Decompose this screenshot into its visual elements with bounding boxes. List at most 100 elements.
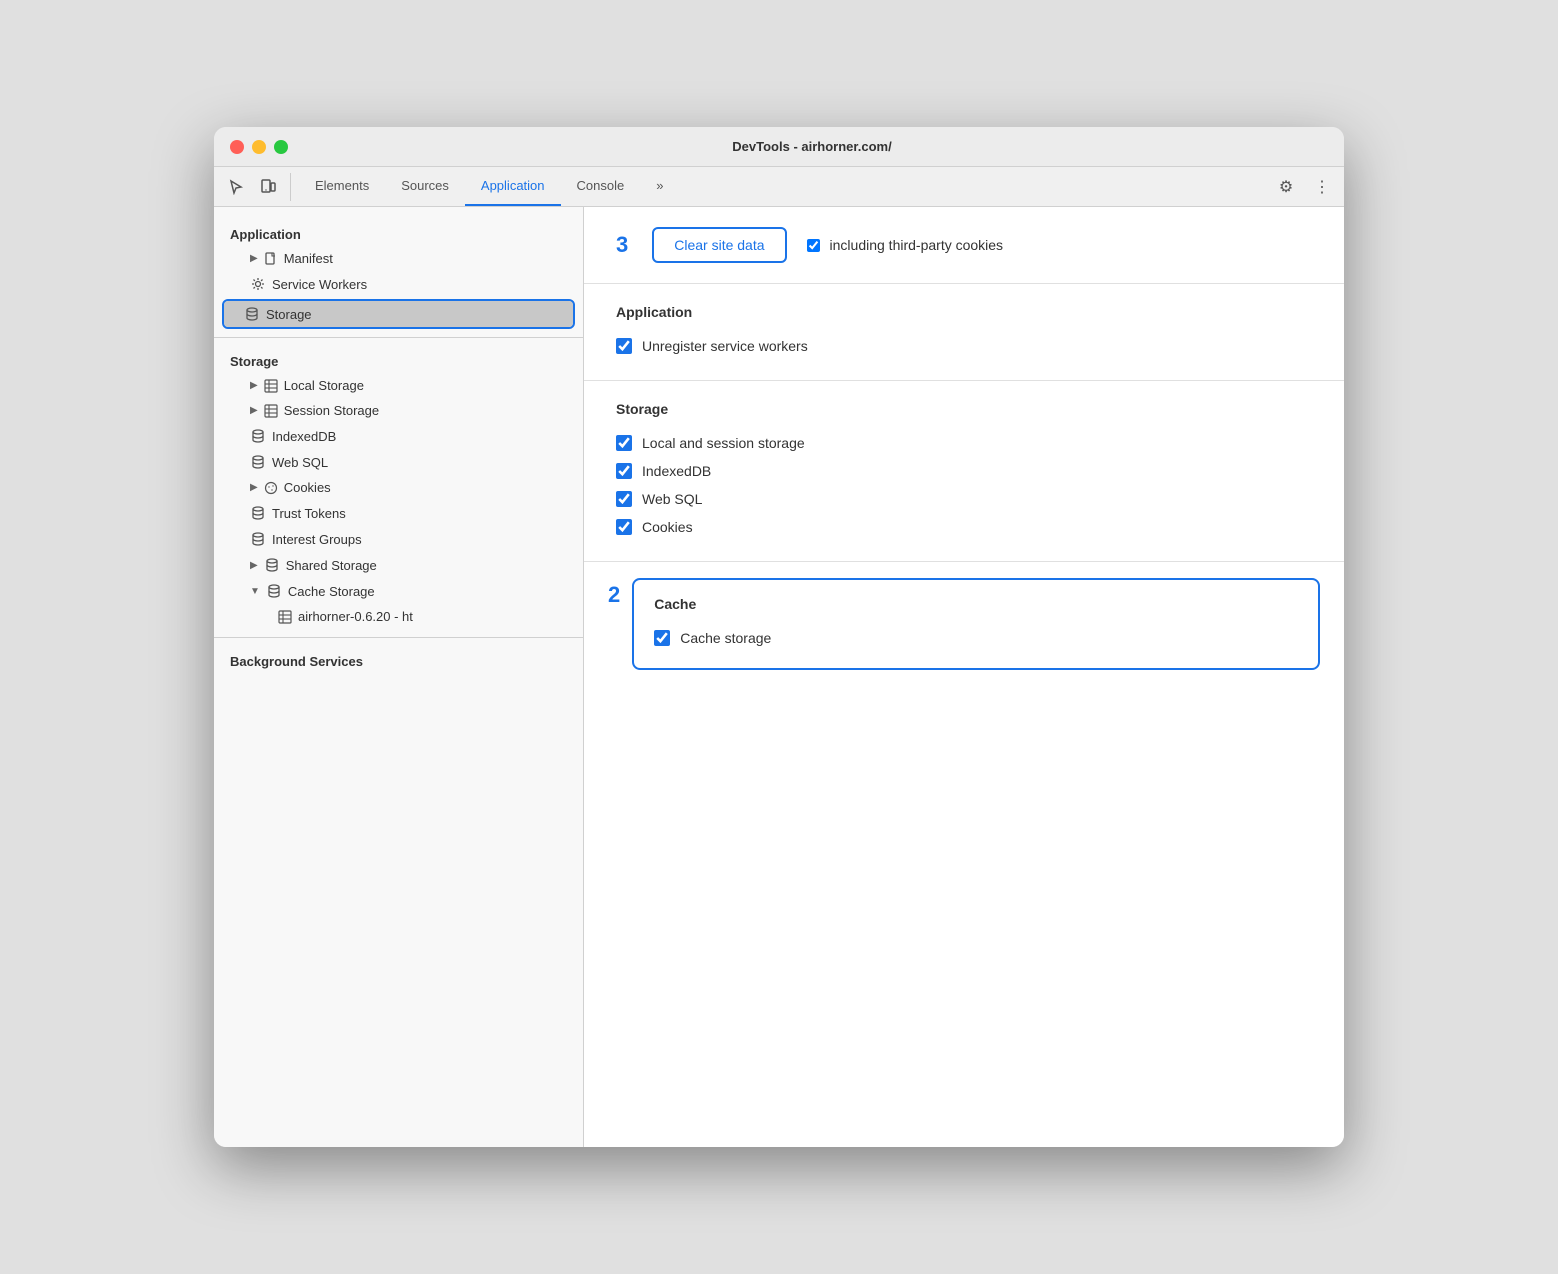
websql-label: Web SQL (642, 491, 702, 507)
airhorner-label: airhorner-0.6.20 - ht (298, 609, 413, 624)
clear-site-data-button[interactable]: Clear site data (652, 227, 786, 263)
toolbar-icons (222, 173, 291, 201)
storage-panel-section: Storage Local and session storage Indexe… (584, 381, 1344, 562)
cache-storage-label: Cache Storage (288, 584, 375, 599)
settings-button[interactable]: ⚙ (1272, 173, 1300, 201)
toolbar-tabs: Elements Sources Application Console » (299, 167, 1272, 206)
sidebar-item-session-storage[interactable]: ▶ Session Storage (214, 398, 583, 423)
indexeddb-row: IndexedDB (616, 457, 1312, 485)
minimize-button[interactable] (252, 140, 266, 154)
unregister-sw-label: Unregister service workers (642, 338, 808, 354)
db-icon (250, 428, 266, 444)
sidebar-item-service-workers[interactable]: Service Workers (214, 271, 583, 297)
doc-icon (264, 252, 278, 266)
num-badge-3: 3 (616, 232, 628, 258)
cookie-icon (264, 481, 278, 495)
db-icon (250, 454, 266, 470)
cookies-label: Cookies (642, 519, 693, 535)
local-session-storage-row: Local and session storage (616, 429, 1312, 457)
interest-groups-label: Interest Groups (272, 532, 362, 547)
tab-elements[interactable]: Elements (299, 167, 385, 206)
sidebar-storage-label: Storage (214, 346, 583, 373)
storage-outline: Storage (222, 299, 575, 329)
local-session-storage-label: Local and session storage (642, 435, 805, 451)
sidebar-item-manifest[interactable]: ▶ Manifest (214, 246, 583, 271)
tab-console[interactable]: Console (561, 167, 641, 206)
db-icon (266, 583, 282, 599)
storage-section-heading: Storage (616, 401, 1312, 417)
tab-sources[interactable]: Sources (385, 167, 465, 206)
sidebar-item-interest-groups[interactable]: Interest Groups (214, 526, 583, 552)
sidebar-bg-label: Background Services (214, 646, 583, 673)
close-button[interactable] (230, 140, 244, 154)
storage-icon (244, 306, 260, 322)
arrow-icon: ▶ (250, 482, 258, 493)
indexeddb-checkbox[interactable] (616, 463, 632, 479)
sidebar-item-websql[interactable]: Web SQL (214, 449, 583, 475)
grid-icon (264, 404, 278, 418)
toolbar-right: ⚙ ⋮ (1272, 173, 1336, 201)
arrow-down-icon: ▼ (250, 586, 260, 597)
sidebar-item-airhorner[interactable]: airhorner-0.6.20 - ht (214, 604, 583, 629)
sidebar-item-shared-storage[interactable]: ▶ Shared Storage (214, 552, 583, 578)
cache-storage-checkbox[interactable] (654, 630, 670, 646)
tab-more[interactable]: » (640, 167, 679, 206)
cookies-row: Cookies (616, 513, 1312, 541)
app-section-heading: Application (616, 304, 1312, 320)
more-button[interactable]: ⋮ (1308, 173, 1336, 201)
third-party-checkbox[interactable] (807, 239, 820, 252)
arrow-icon: ▶ (250, 560, 258, 571)
cookies-checkbox[interactable] (616, 519, 632, 535)
num-badge-2: 2 (608, 582, 620, 608)
toolbar: Elements Sources Application Console » ⚙… (214, 167, 1344, 207)
sidebar-item-cache-storage[interactable]: ▼ Cache Storage (214, 578, 583, 604)
arrow-icon: ▶ (250, 253, 258, 264)
devtools-window: DevTools - airhorner.com/ Elements (214, 127, 1344, 1147)
cursor-icon[interactable] (222, 173, 250, 201)
sidebar-item-trust-tokens[interactable]: Trust Tokens (214, 500, 583, 526)
trust-tokens-label: Trust Tokens (272, 506, 346, 521)
websql-label: Web SQL (272, 455, 328, 470)
indexeddb-label: IndexedDB (272, 429, 336, 444)
sidebar-item-local-storage[interactable]: ▶ Local Storage (214, 373, 583, 398)
maximize-button[interactable] (274, 140, 288, 154)
arrow-icon: ▶ (250, 380, 258, 391)
storage-label: Storage (266, 307, 312, 322)
db-icon (250, 531, 266, 547)
third-party-row: including third-party cookies (807, 237, 1004, 253)
titlebar: DevTools - airhorner.com/ (214, 127, 1344, 167)
sidebar-app-label: Application (214, 219, 583, 246)
cache-storage-row: Cache storage (654, 624, 1298, 652)
websql-checkbox[interactable] (616, 491, 632, 507)
arrow-icon: ▶ (250, 405, 258, 416)
sidebar: Application ▶ Manifest Service Workers (214, 207, 584, 1147)
grid-small-icon (278, 610, 292, 624)
tab-application[interactable]: Application (465, 167, 561, 206)
sidebar-item-cookies[interactable]: ▶ Cookies (214, 475, 583, 500)
db-icon (264, 557, 280, 573)
shared-storage-label: Shared Storage (286, 558, 377, 573)
websql-row: Web SQL (616, 485, 1312, 513)
grid-icon (264, 379, 278, 393)
manifest-label: Manifest (284, 251, 333, 266)
device-icon[interactable] (254, 173, 282, 201)
service-workers-label: Service Workers (272, 277, 367, 292)
main-panel: 3 Clear site data including third-party … (584, 207, 1344, 1147)
sidebar-item-storage[interactable]: Storage (224, 301, 573, 327)
local-session-storage-checkbox[interactable] (616, 435, 632, 451)
unregister-sw-row: Unregister service workers (616, 332, 1312, 360)
divider-2 (214, 637, 583, 638)
gear-icon (250, 276, 266, 292)
clear-site-data-section: 3 Clear site data including third-party … (584, 207, 1344, 284)
window-title: DevTools - airhorner.com/ (296, 139, 1328, 154)
cache-storage-label: Cache storage (680, 630, 771, 646)
local-storage-label: Local Storage (284, 378, 364, 393)
application-panel-section: Application Unregister service workers (584, 284, 1344, 381)
unregister-sw-checkbox[interactable] (616, 338, 632, 354)
divider-1 (214, 337, 583, 338)
cache-panel-section: 2 Cache Cache storage (584, 562, 1344, 686)
traffic-lights (230, 140, 288, 154)
indexeddb-label: IndexedDB (642, 463, 711, 479)
sidebar-item-indexeddb[interactable]: IndexedDB (214, 423, 583, 449)
cache-outlined-box: Cache Cache storage (632, 578, 1320, 670)
